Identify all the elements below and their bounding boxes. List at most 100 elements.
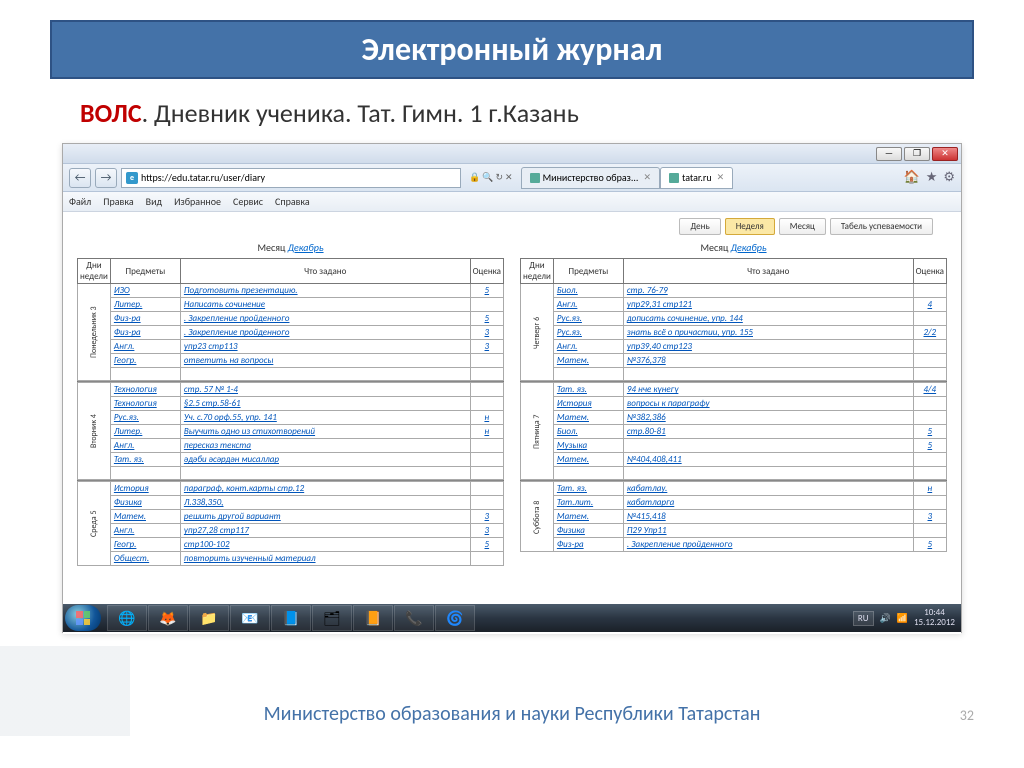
task-cell[interactable]: стр.80-81 <box>623 425 913 439</box>
url-box[interactable]: e https://edu.tatar.ru/user/diary <box>121 168 461 188</box>
menu-item[interactable]: Избранное <box>174 195 221 208</box>
task-cell[interactable] <box>623 368 913 381</box>
subject-cell[interactable]: Матем. <box>553 354 623 368</box>
subject-cell[interactable]: Рус.яз. <box>553 312 623 326</box>
task-cell[interactable]: стр100-102 <box>180 538 470 552</box>
subject-cell[interactable]: ИЗО <box>110 284 180 298</box>
task-cell[interactable] <box>180 368 470 381</box>
task-cell[interactable]: ответить на вопросы <box>180 354 470 368</box>
subject-cell[interactable]: Тат. яз. <box>553 383 623 397</box>
subject-cell[interactable] <box>553 368 623 381</box>
task-cell[interactable] <box>180 467 470 480</box>
view-button[interactable]: Неделя <box>725 218 775 235</box>
subject-cell[interactable]: Физ-ра <box>110 326 180 340</box>
task-cell[interactable]: упр27,28 стр117 <box>180 524 470 538</box>
close-button[interactable]: ✕ <box>932 147 958 161</box>
task-cell[interactable]: кабатларга <box>623 496 913 510</box>
subject-cell[interactable]: Англ. <box>553 340 623 354</box>
chrome-icon[interactable]: 🌐 <box>107 605 147 631</box>
task-cell[interactable]: §2.5 стр.58-61 <box>180 397 470 411</box>
task-cell[interactable]: Подготовить презентацию. <box>180 284 470 298</box>
subject-cell[interactable]: Англ. <box>553 298 623 312</box>
task-cell[interactable]: знать всё о причастии, упр. 155 <box>623 326 913 340</box>
subject-cell[interactable]: Англ. <box>110 439 180 453</box>
subject-cell[interactable]: Рус.яз. <box>110 411 180 425</box>
subject-cell[interactable]: Музыка <box>553 439 623 453</box>
task-cell[interactable]: упр39,40 стр123 <box>623 340 913 354</box>
task-cell[interactable]: . Закрепление пройденного <box>180 312 470 326</box>
task-cell[interactable]: решить другой вариант <box>180 510 470 524</box>
subject-cell[interactable]: Общест. <box>110 552 180 566</box>
subject-cell[interactable] <box>110 368 180 381</box>
explorer-icon[interactable]: 📁 <box>189 605 229 631</box>
task-cell[interactable]: стр. 57 № 1-4 <box>180 383 470 397</box>
tray-flag-icon[interactable]: 🔊 <box>880 613 891 624</box>
task-cell[interactable]: №404,408,411 <box>623 453 913 467</box>
subject-cell[interactable]: Тат. яз. <box>553 482 623 496</box>
clock[interactable]: 10:44 15.12.2012 <box>914 608 955 628</box>
subject-cell[interactable]: Матем. <box>110 510 180 524</box>
subject-cell[interactable]: Тат. яз. <box>110 453 180 467</box>
maximize-button[interactable]: ❐ <box>904 147 930 161</box>
minimize-button[interactable]: — <box>876 147 902 161</box>
view-button[interactable]: Табель успеваемости <box>830 218 933 235</box>
subject-cell[interactable]: Англ. <box>110 340 180 354</box>
view-button[interactable]: День <box>679 218 720 235</box>
task-cell[interactable]: кабатлау. <box>623 482 913 496</box>
task-cell[interactable]: әдәби әсәрдән мисаллар <box>180 453 470 467</box>
task-cell[interactable]: пересказ текста <box>180 439 470 453</box>
subject-cell[interactable]: Тат.лит. <box>553 496 623 510</box>
task-cell[interactable] <box>623 439 913 453</box>
subject-cell[interactable]: Технология <box>110 397 180 411</box>
home-icon[interactable]: 🏠 <box>904 170 920 185</box>
task-cell[interactable]: №415,418 <box>623 510 913 524</box>
menu-item[interactable]: Вид <box>146 195 162 208</box>
task-cell[interactable]: №382,386 <box>623 411 913 425</box>
outlook-icon[interactable]: 📧 <box>230 605 270 631</box>
firefox-icon[interactable]: 🦊 <box>148 605 188 631</box>
menu-item[interactable]: Справка <box>275 195 310 208</box>
subject-cell[interactable]: Рус.яз. <box>553 326 623 340</box>
task-cell[interactable]: параграф, конт.карты стр.12 <box>180 482 470 496</box>
back-button[interactable]: ← <box>69 168 91 188</box>
start-button[interactable] <box>65 605 101 631</box>
task-cell[interactable] <box>623 467 913 480</box>
task-cell[interactable]: . Закрепление пройденного <box>180 326 470 340</box>
subject-cell[interactable]: История <box>553 397 623 411</box>
menu-item[interactable]: Файл <box>69 195 91 208</box>
task-cell[interactable]: 94 нче күнегү <box>623 383 913 397</box>
powerpoint-icon[interactable]: 📙 <box>353 605 393 631</box>
subject-cell[interactable]: Матем. <box>553 453 623 467</box>
subject-cell[interactable]: Матем. <box>553 411 623 425</box>
skype-icon[interactable]: 📞 <box>394 605 434 631</box>
subject-cell[interactable]: Биол. <box>553 425 623 439</box>
subject-cell[interactable]: Физ-ра <box>110 312 180 326</box>
subject-cell[interactable]: Литер. <box>110 425 180 439</box>
subject-cell[interactable]: Биол. <box>553 284 623 298</box>
task-cell[interactable]: упр23 стр113 <box>180 340 470 354</box>
word-icon[interactable]: 📘 <box>271 605 311 631</box>
tray-network-icon[interactable]: 📶 <box>897 613 908 624</box>
task-cell[interactable]: №376,378 <box>623 354 913 368</box>
subject-cell[interactable] <box>110 467 180 480</box>
view-button[interactable]: Месяц <box>779 218 826 235</box>
task-cell[interactable]: упр29,31 стр121 <box>623 298 913 312</box>
task-cell[interactable]: Выучить одно из стихотворений <box>180 425 470 439</box>
ie-icon[interactable]: 🌀 <box>435 605 475 631</box>
task-cell[interactable]: П29 Упр11 <box>623 524 913 538</box>
subject-cell[interactable]: История <box>110 482 180 496</box>
tab-close-icon[interactable]: ✕ <box>643 172 651 183</box>
browser-tab[interactable]: tatar.ru✕ <box>660 167 733 189</box>
subject-cell[interactable]: Англ. <box>110 524 180 538</box>
task-cell[interactable]: стр. 76-79 <box>623 284 913 298</box>
tab-close-icon[interactable]: ✕ <box>717 172 725 183</box>
task-cell[interactable]: Л.338,350, <box>180 496 470 510</box>
subject-cell[interactable]: Геогр. <box>110 538 180 552</box>
browser-tab[interactable]: Министерство образ...✕ <box>521 167 660 189</box>
settings-icon[interactable]: ⚙ <box>943 170 955 185</box>
task-cell[interactable]: . Закрепление пройденного <box>623 538 913 552</box>
task-cell[interactable]: вопросы к параграфу <box>623 397 913 411</box>
folder-icon[interactable]: 🗂 <box>312 605 352 631</box>
subject-cell[interactable]: Технология <box>110 383 180 397</box>
task-cell[interactable]: дописать сочинение, упр. 144 <box>623 312 913 326</box>
